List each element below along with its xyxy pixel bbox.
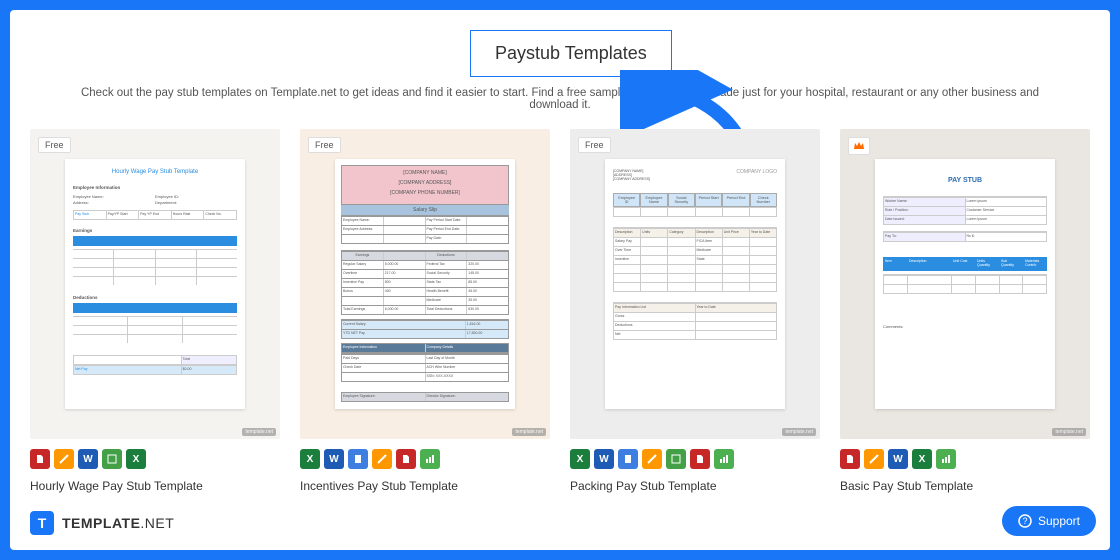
pdf-icon[interactable] [840,449,860,469]
page-description: Check out the pay stub templates on Temp… [30,87,1090,111]
watermark: template.net [242,428,276,436]
template-cards-row: Free Hourly Wage Pay Stub Template Emplo… [30,129,1090,493]
free-badge: Free [578,137,611,153]
template-card[interactable]: Free [COMPANY NAME] [COMPANY ADDRESS] [C… [300,129,550,493]
template-title: Packing Pay Stub Template [570,479,820,493]
sheets-icon[interactable] [666,449,686,469]
free-badge: Free [38,137,71,153]
word-icon[interactable]: W [324,449,344,469]
template-card[interactable]: Free [COMPANY NAME][ADDRESS][COMPANY ADD… [570,129,820,493]
numbers-icon[interactable] [936,449,956,469]
page-title: Paystub Templates [495,43,647,64]
pages-icon[interactable] [372,449,392,469]
pages-icon[interactable] [864,449,884,469]
template-title: Incentives Pay Stub Template [300,479,550,493]
pdf-icon[interactable] [690,449,710,469]
premium-badge [848,137,870,155]
watermark: template.net [1052,428,1086,436]
doc-preview: Hourly Wage Pay Stub Template Employee I… [65,159,245,409]
excel-icon[interactable]: X [912,449,932,469]
word-icon[interactable]: W [888,449,908,469]
format-icons-row: X W [300,449,550,469]
doc-heading: Hourly Wage Pay Stub Template [73,169,237,175]
watermark: template.net [782,428,816,436]
pdf-icon[interactable] [396,449,416,469]
page-container: Paystub Templates Check out the pay stub… [10,10,1110,550]
template-title: Hourly Wage Pay Stub Template [30,479,280,493]
watermark: template.net [512,428,546,436]
page-heading-box: Paystub Templates [470,30,672,77]
excel-icon[interactable]: X [126,449,146,469]
excel-icon[interactable]: X [300,449,320,469]
excel-icon[interactable]: X [570,449,590,469]
brand-name: TEMPLATE.NET [62,515,174,531]
brand-logo-icon: T [30,511,54,535]
support-label: Support [1038,514,1080,528]
crown-icon [853,141,865,151]
pages-icon[interactable] [642,449,662,469]
support-button[interactable]: ? Support [1002,506,1096,536]
doc-preview: PAY STUB Worker Name:Lorem ipsum Role / … [875,159,1055,409]
template-thumbnail: Free [COMPANY NAME][ADDRESS][COMPANY ADD… [570,129,820,439]
earnings-label: Earnings [73,228,237,233]
doc-preview: [COMPANY NAME][ADDRESS][COMPANY ADDRESS]… [605,159,785,409]
numbers-icon[interactable] [420,449,440,469]
sheets-icon[interactable] [102,449,122,469]
template-thumbnail: Free Hourly Wage Pay Stub Template Emplo… [30,129,280,439]
help-icon: ? [1018,514,1032,528]
docs-icon[interactable] [348,449,368,469]
template-card[interactable]: PAY STUB Worker Name:Lorem ipsum Role / … [840,129,1090,493]
format-icons-row: X W [570,449,820,469]
format-icons-row: W X [30,449,280,469]
template-card[interactable]: Free Hourly Wage Pay Stub Template Emplo… [30,129,280,493]
doc-section-title: Employee Information [73,185,237,190]
pages-icon[interactable] [54,449,74,469]
pdf-icon[interactable] [30,449,50,469]
template-thumbnail: Free [COMPANY NAME] [COMPANY ADDRESS] [C… [300,129,550,439]
free-badge: Free [308,137,341,153]
word-icon[interactable]: W [78,449,98,469]
docs-icon[interactable] [618,449,638,469]
numbers-icon[interactable] [714,449,734,469]
brand-row: T TEMPLATE.NET [30,511,1090,535]
template-thumbnail: PAY STUB Worker Name:Lorem ipsum Role / … [840,129,1090,439]
doc-preview: [COMPANY NAME] [COMPANY ADDRESS] [COMPAN… [335,159,515,409]
svg-text:?: ? [1022,516,1027,526]
deductions-label: Deductions [73,295,237,300]
format-icons-row: W X [840,449,1090,469]
template-title: Basic Pay Stub Template [840,479,1090,493]
word-icon[interactable]: W [594,449,614,469]
